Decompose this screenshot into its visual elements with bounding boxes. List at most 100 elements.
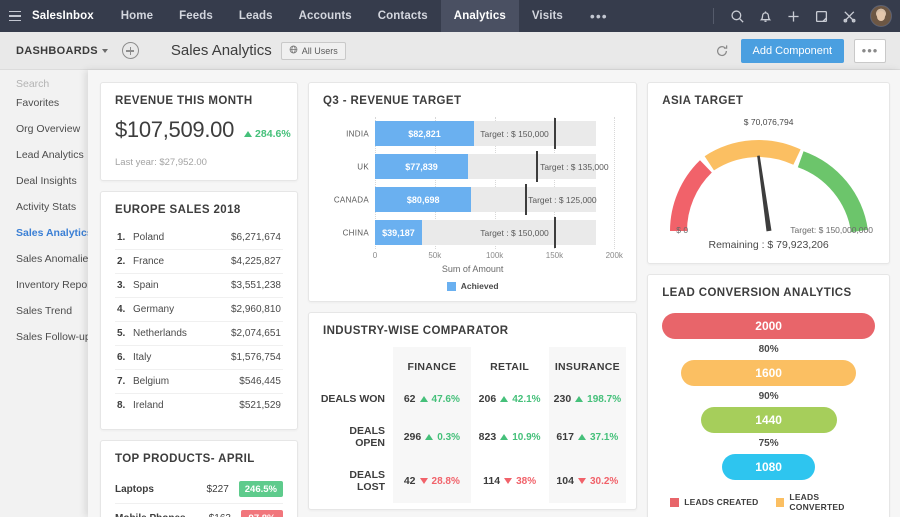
row-label-deals-open-line1: DEALS — [349, 425, 385, 437]
funnel-stage-row[interactable]: 1080 — [662, 454, 875, 480]
europe-sales-list: 1. Poland $6,271,674 2. France $4,225,82… — [115, 226, 283, 417]
toolbar-more-button[interactable]: ••• — [854, 39, 886, 63]
list-item[interactable]: Laptops $227 246.5% — [115, 475, 283, 504]
list-item[interactable]: 3. Spain $3,551,238 — [115, 274, 283, 298]
product-name: Laptops — [115, 484, 187, 495]
gridline — [614, 117, 615, 249]
nav-tab-home[interactable]: Home — [108, 0, 166, 32]
table-cell[interactable]: 823 10.9% — [471, 415, 549, 459]
dashboards-dropdown[interactable]: DASHBOARDS — [0, 45, 108, 57]
funnel-stage-leads-converted: 1600 — [681, 360, 855, 386]
target-label: Target : $ 135,000 — [540, 162, 609, 172]
table-cell[interactable]: 62 47.6% — [393, 383, 471, 415]
search-input[interactable]: Search — [0, 70, 88, 90]
funnel-stage-row[interactable]: 1440 — [662, 407, 875, 433]
list-item[interactable]: 8. Ireland $521,529 — [115, 394, 283, 417]
legend-swatch — [670, 498, 679, 507]
cell-value: 230 — [554, 393, 572, 405]
country-name: Netherlands — [133, 328, 231, 339]
triangle-up-icon — [500, 396, 508, 402]
list-item[interactable]: 5. Netherlands $2,074,651 — [115, 322, 283, 346]
q3-card-title: Q3 - REVENUE TARGET — [323, 95, 622, 107]
status-badge: 97.8% — [241, 510, 283, 517]
nav-tab-feeds[interactable]: Feeds — [166, 0, 226, 32]
country-amount: $1,576,754 — [231, 352, 281, 363]
table-cell[interactable]: 296 0.3% — [393, 415, 471, 459]
nav-more-icon[interactable]: ••• — [576, 0, 622, 32]
sidebar-item-org-overview[interactable]: Org Overview — [0, 116, 88, 142]
table-cell[interactable]: 617 37.1% — [549, 415, 627, 459]
list-item[interactable]: 4. Germany $2,960,810 — [115, 298, 283, 322]
sidebar-item-lead-analytics[interactable]: Lead Analytics — [0, 142, 88, 168]
column-header-retail: RETAIL — [471, 347, 549, 383]
row-label-deals-lost: DEALS LOST — [319, 459, 393, 503]
nav-tab-contacts[interactable]: Contacts — [365, 0, 441, 32]
table-cell[interactable]: 42 28.8% — [393, 459, 471, 503]
sidebar-item-sales-anomalies[interactable]: Sales Anomalies — [0, 246, 88, 272]
list-item[interactable]: 2. France $4,225,827 — [115, 250, 283, 274]
legend-item-leads-converted[interactable]: LEADS CONVERTED — [776, 492, 875, 512]
sidebar-item-sales-analytics[interactable]: Sales Analytics — [0, 220, 88, 246]
cell-value: 62 — [404, 393, 416, 405]
list-item[interactable]: Mobile Phones $163 97.8% — [115, 504, 283, 517]
axis-tick: 0 — [373, 251, 377, 260]
revenue-delta: 284.6% — [244, 128, 291, 140]
country-name: Belgium — [133, 376, 239, 387]
funnel-stage-row[interactable]: 2000 — [662, 313, 875, 339]
hamburger-menu-icon[interactable] — [0, 0, 30, 32]
category-label: UK — [357, 162, 369, 171]
user-avatar[interactable] — [870, 5, 892, 27]
notes-icon[interactable] — [808, 0, 834, 32]
rank: 5. — [117, 328, 133, 339]
gauge-target-label: Target: $ 150,000,000 — [790, 225, 873, 235]
chart-bar-row[interactable]: UK $77,839 Target : $ 135,000 — [375, 150, 614, 183]
row-label-deals-open-line2: OPEN — [355, 437, 385, 449]
tools-icon[interactable] — [836, 0, 862, 32]
sidebar-item-inventory-reports[interactable]: Inventory Reports — [0, 272, 88, 298]
table-cell[interactable]: 230 198.7% — [549, 383, 627, 415]
category-label: INDIA — [346, 129, 369, 138]
dashboards-label-text: DASHBOARDS — [16, 45, 98, 57]
nav-tab-leads[interactable]: Leads — [226, 0, 286, 32]
nav-tab-visits[interactable]: Visits — [519, 0, 576, 32]
cell-percent: 30.2% — [590, 476, 618, 487]
legend-item-leads-created[interactable]: LEADS CREATED — [670, 492, 769, 512]
table-cell[interactable]: 206 42.1% — [471, 383, 549, 415]
all-users-filter-badge[interactable]: All Users — [281, 42, 346, 60]
sidebar-item-deal-insights[interactable]: Deal Insights — [0, 168, 88, 194]
list-item[interactable]: 6. Italy $1,576,754 — [115, 346, 283, 370]
add-component-button[interactable]: Add Component — [741, 39, 845, 63]
nav-tab-analytics[interactable]: Analytics — [441, 0, 519, 32]
table-cell[interactable]: 104 30.2% — [549, 459, 627, 503]
notification-bell-icon[interactable] — [752, 0, 778, 32]
cell-percent: 198.7% — [587, 394, 621, 405]
target-marker — [536, 151, 538, 182]
revenue-last-year: Last year: $27,952.00 — [115, 157, 283, 168]
sidebar-item-favorites[interactable]: Favorites — [0, 90, 88, 116]
nav-tab-accounts[interactable]: Accounts — [286, 0, 365, 32]
chart-bar-row[interactable]: INDIA $82,821 Target : $ 150,000 — [375, 117, 614, 150]
brand-logo: SalesInbox — [30, 0, 108, 32]
sidebar-item-sales-trend[interactable]: Sales Trend — [0, 298, 88, 324]
triangle-up-icon — [244, 131, 252, 137]
country-name: Germany — [133, 304, 231, 315]
funnel-stage-row[interactable]: 1600 — [662, 360, 875, 386]
table-cell[interactable]: 114 38% — [471, 459, 549, 503]
chart-bar-row[interactable]: CANADA $80,698 Target : $ 125,000 — [375, 183, 614, 216]
legend-label: Achieved — [461, 281, 499, 291]
add-plus-icon[interactable] — [780, 0, 806, 32]
triangle-up-icon — [578, 434, 586, 440]
sidebar-item-sales-followup[interactable]: Sales Follow-up T — [0, 324, 88, 350]
category-label: CANADA — [334, 195, 369, 204]
top-nav-actions — [713, 0, 900, 32]
refresh-icon[interactable] — [713, 42, 731, 60]
rank: 2. — [117, 256, 133, 267]
list-item[interactable]: 7. Belgium $546,445 — [115, 370, 283, 394]
list-item[interactable]: 1. Poland $6,271,674 — [115, 226, 283, 250]
chart-bar-row[interactable]: CHINA $39,187 Target : $ 150,000 — [375, 216, 614, 249]
search-icon[interactable] — [724, 0, 750, 32]
sidebar-item-activity-stats[interactable]: Activity Stats — [0, 194, 88, 220]
plus-circle-icon[interactable] — [122, 42, 139, 59]
revenue-value-row: $107,509.00 284.6% — [115, 117, 283, 143]
cell-value: 114 — [483, 475, 500, 487]
